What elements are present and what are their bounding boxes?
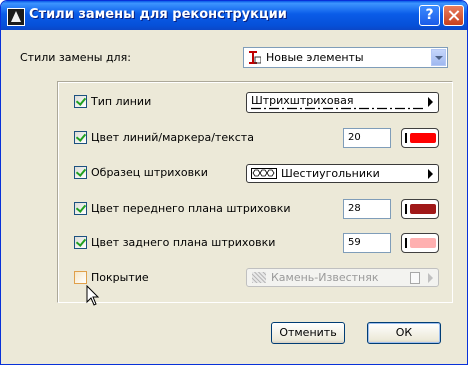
pen-color-checkbox[interactable] <box>74 131 87 144</box>
cancel-button[interactable]: Отменить <box>271 322 345 344</box>
fg-pen-number-input[interactable]: 28 <box>343 199 391 219</box>
title-bar[interactable]: Стили замены для реконструкции ? <box>1 1 467 30</box>
document-icon <box>410 272 420 284</box>
bg-pen-swatch[interactable] <box>401 233 439 253</box>
override-target-value: Новые элементы <box>266 51 364 64</box>
surface-label: Покрытие <box>91 271 149 284</box>
new-elements-icon <box>249 51 261 64</box>
dialog-title: Стили замены для реконструкции <box>29 7 287 22</box>
surface-popup[interactable]: Камень-Известняк <box>246 268 439 287</box>
close-button[interactable] <box>443 5 464 26</box>
stone-texture-icon <box>252 272 266 283</box>
pen-color-fill <box>410 133 436 143</box>
fg-pen-swatch[interactable] <box>401 199 439 219</box>
archicad-icon <box>7 8 25 26</box>
fg-pen-label: Цвет переднего плана штриховки <box>91 202 291 215</box>
mouse-cursor-icon <box>86 285 100 306</box>
bg-pen-number-input[interactable]: 59 <box>343 233 391 253</box>
hexagon-pattern-icon <box>251 168 277 179</box>
line-type-popup[interactable]: Штрихштриховая <box>246 92 439 113</box>
bg-pen-fill <box>410 238 436 248</box>
fg-pen-checkbox[interactable] <box>74 202 87 215</box>
line-type-checkbox[interactable] <box>74 95 87 108</box>
override-target-select[interactable]: Новые элементы <box>243 47 448 68</box>
surface-checkbox[interactable] <box>74 271 87 284</box>
pen-color-number-input[interactable]: 20 <box>343 128 391 148</box>
fill-pattern-checkbox[interactable] <box>74 166 87 179</box>
chevron-down-icon[interactable] <box>431 49 446 66</box>
fill-pattern-popup[interactable]: Шестиугольники <box>246 164 439 183</box>
line-type-label: Тип линии <box>91 95 152 108</box>
pen-color-label: Цвет линий/маркера/текста <box>91 131 254 144</box>
ok-button[interactable]: ОК <box>367 322 441 344</box>
help-button[interactable]: ? <box>419 5 440 26</box>
override-target-label: Стили замены для: <box>20 51 131 64</box>
fill-pattern-label: Образец штриховки <box>91 166 208 179</box>
line-type-value: Штрихштриховая <box>251 94 354 107</box>
dialog-window: Стили замены для реконструкции ? Стили з… <box>0 0 468 365</box>
arrow-right-icon <box>428 273 433 283</box>
fg-pen-fill <box>410 204 436 214</box>
pen-color-swatch[interactable] <box>401 128 439 148</box>
surface-value: Камень-Известняк <box>271 271 379 284</box>
fill-pattern-value: Шестиугольники <box>281 167 380 180</box>
arrow-right-icon <box>428 169 433 179</box>
bg-pen-label: Цвет заднего плана штриховки <box>91 236 276 249</box>
bg-pen-checkbox[interactable] <box>74 236 87 249</box>
dash-dot-line-icon <box>251 107 426 110</box>
arrow-right-icon <box>428 97 433 107</box>
